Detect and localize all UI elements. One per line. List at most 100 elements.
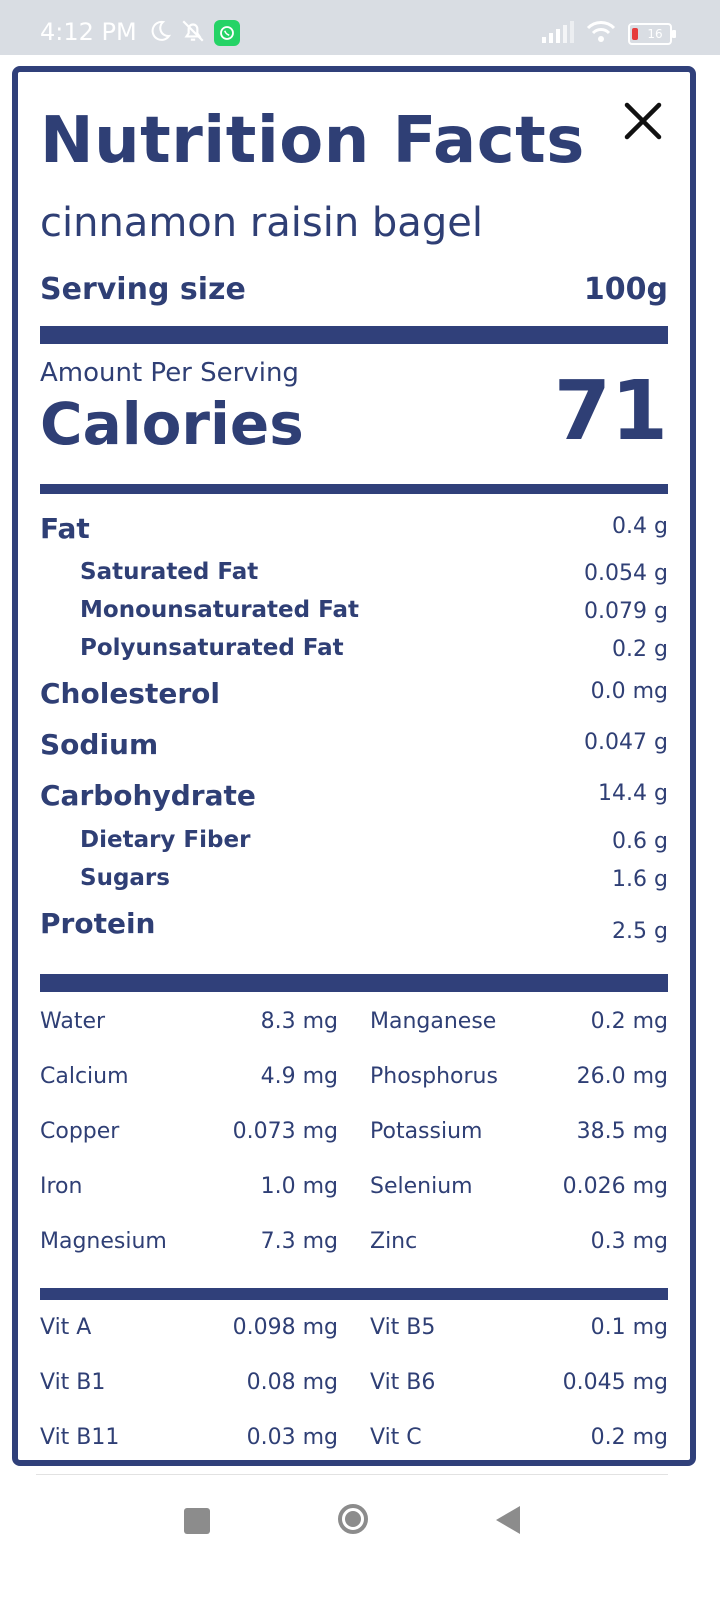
moon-icon xyxy=(148,19,172,47)
calories-label: Calories xyxy=(40,390,304,458)
divider-thick xyxy=(40,326,668,344)
status-time: 4:12 PM xyxy=(40,18,137,46)
nutrient-row-cholesterol: Cholesterol 0.0 mg xyxy=(40,677,668,713)
mineral-row: Water 8.3 mg Manganese 0.2 mg xyxy=(40,1009,668,1043)
battery-fill xyxy=(632,28,638,40)
nutrient-value: 0.054 g xyxy=(584,561,668,586)
mineral-label: Potassium xyxy=(370,1119,483,1144)
nutrient-label: Sugars xyxy=(80,865,170,891)
nutrient-value: 0.079 g xyxy=(584,599,668,624)
nutrient-value: 14.4 g xyxy=(598,781,668,806)
nutrient-row-saturated-fat: Saturated Fat 0.054 g xyxy=(40,559,668,595)
mineral-value: 38.5 mg xyxy=(576,1119,668,1144)
vitamin-row: Vit B11 0.03 mg Vit C 0.2 mg xyxy=(40,1425,668,1459)
mineral-value: 4.9 mg xyxy=(260,1064,338,1089)
wifi-icon xyxy=(586,20,616,48)
whatsapp-icon xyxy=(214,20,240,46)
mineral-row: Copper 0.073 mg Potassium 38.5 mg xyxy=(40,1119,668,1153)
vitamin-row: Vit A 0.098 mg Vit B5 0.1 mg xyxy=(40,1315,668,1349)
nutrient-row-protein: Protein 2.5 g xyxy=(40,907,668,944)
mineral-value: 8.3 mg xyxy=(260,1009,338,1034)
nutrient-value: 0.047 g xyxy=(584,730,668,755)
mineral-label: Magnesium xyxy=(40,1229,167,1254)
amount-per-serving-label: Amount Per Serving xyxy=(40,358,299,388)
nutrient-label: Cholesterol xyxy=(40,677,220,710)
recent-apps-button[interactable] xyxy=(184,1508,210,1534)
close-button[interactable] xyxy=(616,94,670,148)
mineral-value: 0.3 mg xyxy=(590,1229,668,1254)
vitamin-value: 0.045 mg xyxy=(562,1370,668,1395)
back-button[interactable] xyxy=(496,1506,520,1534)
vitamin-value: 0.2 mg xyxy=(590,1425,668,1450)
mineral-value: 0.026 mg xyxy=(562,1174,668,1199)
nutrient-value: 1.6 g xyxy=(612,867,668,892)
nutrient-row-fat: Fat 0.4 g xyxy=(40,512,668,548)
serving-size-label: Serving size xyxy=(40,272,246,307)
mineral-value: 7.3 mg xyxy=(260,1229,338,1254)
mineral-label: Phosphorus xyxy=(370,1064,498,1089)
mineral-row: Iron 1.0 mg Selenium 0.026 mg xyxy=(40,1174,668,1208)
mineral-value: 1.0 mg xyxy=(260,1174,338,1199)
status-right-icons: 16 xyxy=(540,20,676,48)
mineral-row: Calcium 4.9 mg Phosphorus 26.0 mg xyxy=(40,1064,668,1098)
vitamin-label: Vit B6 xyxy=(370,1370,436,1395)
nutrient-label: Dietary Fiber xyxy=(80,827,251,853)
food-name: cinnamon raisin bagel xyxy=(40,200,483,246)
nutrient-value: 0.6 g xyxy=(612,829,668,854)
mineral-value: 0.2 mg xyxy=(590,1009,668,1034)
mineral-label: Selenium xyxy=(370,1174,473,1199)
home-button[interactable] xyxy=(338,1504,368,1534)
nutrient-row-sodium: Sodium 0.047 g xyxy=(40,728,668,764)
vitamin-value: 0.1 mg xyxy=(590,1315,668,1340)
divider-medium xyxy=(40,1288,668,1300)
vitamin-label: Vit A xyxy=(40,1315,92,1340)
mineral-label: Zinc xyxy=(370,1229,418,1254)
nutrient-value: 0.2 g xyxy=(612,637,668,662)
battery-icon: 16 xyxy=(628,23,676,45)
mineral-label: Water xyxy=(40,1009,106,1034)
vitamin-label: Vit B11 xyxy=(40,1425,120,1450)
mineral-label: Copper xyxy=(40,1119,120,1144)
divider-thick xyxy=(40,974,668,992)
status-bar: 4:12 PM 16 xyxy=(0,0,720,55)
nutrient-label: Saturated Fat xyxy=(80,559,259,585)
mineral-value: 0.073 mg xyxy=(232,1119,338,1144)
mineral-row: Magnesium 7.3 mg Zinc 0.3 mg xyxy=(40,1229,668,1263)
nutrient-label: Carbohydrate xyxy=(40,779,256,812)
nutrient-value: 0.4 g xyxy=(612,514,668,539)
divider-medium xyxy=(40,484,668,494)
nav-divider xyxy=(36,1474,668,1475)
nutrient-row-dietary-fiber: Dietary Fiber 0.6 g xyxy=(40,827,668,863)
vitamin-label: Vit B1 xyxy=(40,1370,106,1395)
calories-value: 71 xyxy=(553,364,668,459)
nutrient-label: Polyunsaturated Fat xyxy=(80,635,344,661)
vitamin-value: 0.098 mg xyxy=(232,1315,338,1340)
mineral-value: 26.0 mg xyxy=(576,1064,668,1089)
navigation-bar xyxy=(0,1474,720,1600)
page-title: Nutrition Facts xyxy=(40,104,585,178)
nutrient-value: 2.5 g xyxy=(612,919,668,944)
nutrient-row-polyunsaturated-fat: Polyunsaturated Fat 0.2 g xyxy=(40,635,668,671)
nutrient-row-sugars: Sugars 1.6 g xyxy=(40,865,668,901)
nutrient-row-monounsaturated-fat: Monounsaturated Fat 0.079 g xyxy=(40,597,668,633)
mineral-label: Iron xyxy=(40,1174,83,1199)
close-icon xyxy=(624,102,662,140)
mineral-label: Calcium xyxy=(40,1064,129,1089)
nutrient-value: 0.0 mg xyxy=(590,679,668,704)
signal-icon xyxy=(540,21,574,47)
vitamin-value: 0.08 mg xyxy=(246,1370,338,1395)
vitamin-row: Vit B1 0.08 mg Vit B6 0.045 mg xyxy=(40,1370,668,1404)
home-icon xyxy=(345,1511,361,1527)
vitamin-label: Vit B5 xyxy=(370,1315,436,1340)
battery-level: 16 xyxy=(647,27,663,41)
nutrient-label: Protein xyxy=(40,907,156,940)
vitamin-label: Vit C xyxy=(370,1425,422,1450)
nutrition-card: Nutrition Facts cinnamon raisin bagel Se… xyxy=(12,66,696,1466)
serving-size-value: 100g xyxy=(583,272,668,307)
bell-off-icon xyxy=(180,18,206,48)
nutrient-label: Fat xyxy=(40,512,90,545)
nutrient-label: Monounsaturated Fat xyxy=(80,597,359,623)
nutrient-row-carbohydrate: Carbohydrate 14.4 g xyxy=(40,779,668,815)
vitamin-value: 0.03 mg xyxy=(246,1425,338,1450)
mineral-label: Manganese xyxy=(370,1009,497,1034)
